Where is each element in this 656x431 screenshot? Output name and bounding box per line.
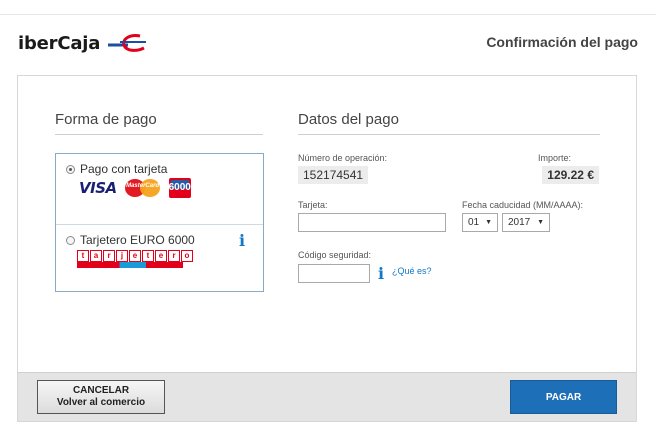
payment-panel: Forma de pago Pago con tarjeta VISA Mast…: [17, 75, 637, 422]
option-card-payment-label: Pago con tarjeta: [80, 162, 168, 176]
page-title: Confirmación del pago: [486, 34, 638, 50]
chevron-down-icon: ▼: [485, 219, 492, 226]
what-is-link[interactable]: ¿Qué es?: [392, 266, 432, 276]
info-icon[interactable]: i: [378, 266, 384, 282]
payment-data-title: Datos del pago: [298, 111, 399, 128]
payment-data-rule: [298, 134, 600, 135]
amount-value: 129.22 €: [542, 166, 599, 184]
mastercard-logo: MasterCard: [123, 179, 163, 197]
logo-swoosh-icon: [108, 34, 147, 52]
tarjetero-logo: t a r j e t e r o: [77, 250, 193, 268]
operation-number-label: Número de operación:: [298, 153, 388, 163]
card-number-input[interactable]: [298, 213, 446, 232]
expiry-year-select[interactable]: 2017 ▼: [502, 213, 550, 232]
logo-text: iberCaja: [18, 32, 101, 54]
amount-label: Importe:: [538, 153, 572, 163]
radio-card-payment[interactable]: [66, 165, 75, 174]
cancel-button-sublabel: Volver al comercio: [56, 397, 146, 408]
card-number-label: Tarjeta:: [298, 200, 328, 210]
visa-logo: VISA: [79, 179, 117, 197]
cancel-button-label: CANCELAR: [72, 385, 130, 396]
footer-bar: CANCELAR Volver al comercio PAGAR: [18, 372, 636, 421]
operation-number-value: 152174541: [298, 166, 369, 184]
option-card-payment[interactable]: Pago con tarjeta VISA MasterCard 6000: [56, 154, 263, 224]
cancel-button[interactable]: CANCELAR Volver al comercio: [37, 380, 165, 414]
option-tarjetero[interactable]: Tarjetero EURO 6000 i t a r j e t e r o: [56, 225, 263, 293]
chevron-down-icon: ▼: [537, 219, 544, 226]
euro6000-logo: 6000: [168, 178, 191, 198]
pay-button[interactable]: PAGAR: [510, 380, 617, 414]
security-code-input[interactable]: [298, 264, 370, 283]
expiry-label: Fecha caducidad (MM/AAAA):: [462, 200, 584, 210]
info-icon[interactable]: i: [239, 233, 245, 249]
option-tarjetero-label: Tarjetero EURO 6000: [80, 233, 195, 247]
payment-method-rule: [55, 134, 263, 135]
card-logos: VISA MasterCard 6000: [79, 178, 191, 198]
payment-method-box: Pago con tarjeta VISA MasterCard 6000 Ta…: [55, 153, 264, 292]
payment-method-title: Forma de pago: [55, 111, 157, 128]
radio-tarjetero[interactable]: [66, 236, 75, 245]
security-code-label: Código seguridad:: [298, 250, 372, 260]
page-header: iberCaja Confirmación del pago: [0, 14, 656, 64]
ibercaja-logo: iberCaja: [18, 31, 148, 55]
expiry-month-select[interactable]: 01 ▼: [462, 213, 498, 232]
